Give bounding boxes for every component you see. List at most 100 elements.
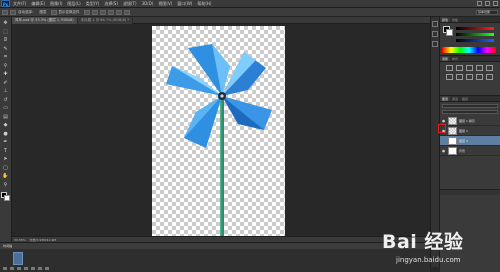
tab-swatches[interactable]: 色板 — [450, 17, 460, 22]
menu-filter[interactable]: 滤镜(T) — [123, 1, 137, 7]
zoom-tool-icon[interactable]: ⚲ — [2, 182, 9, 189]
close-icon[interactable] — [493, 1, 498, 6]
align-left-icon[interactable] — [107, 9, 114, 15]
quick-select-tool-icon[interactable]: ✎ — [2, 46, 9, 53]
align-top-icon[interactable] — [83, 9, 90, 15]
eyedropper-tool-icon[interactable]: ⚲ — [2, 63, 9, 70]
align-middle-icon[interactable] — [91, 9, 98, 15]
lasso-tool-icon[interactable]: ᘐ — [2, 37, 9, 44]
canvas-area[interactable] — [12, 24, 430, 236]
doc-tab-inactive[interactable]: 未标题-1 @ 66.7% (RGB/8) * — [77, 17, 134, 24]
vibrance-icon[interactable] — [486, 65, 493, 71]
play-icon[interactable] — [17, 267, 21, 270]
shape-tool-icon[interactable]: ▢ — [2, 165, 9, 172]
brightness-icon[interactable] — [446, 65, 453, 71]
tab-styles[interactable]: 样式 — [450, 56, 460, 61]
brush-tool-icon[interactable]: ✐ — [2, 80, 9, 87]
align-right-icon[interactable] — [123, 9, 130, 15]
crop-tool-icon[interactable]: ⌗ — [2, 54, 9, 61]
tab-layers[interactable]: 图层 — [440, 96, 451, 101]
green-slider[interactable] — [456, 33, 494, 36]
loop-icon[interactable] — [31, 267, 35, 270]
adjust-panel-tabs: 调整 样式 — [440, 56, 500, 62]
path-select-tool-icon[interactable]: ➤ — [2, 156, 9, 163]
tab-adjustments[interactable]: 调整 — [440, 56, 451, 61]
move-tool-icon[interactable]: ✥ — [2, 20, 9, 27]
hand-tool-icon[interactable]: ✋ — [2, 173, 9, 180]
menu-help[interactable]: 帮助(H) — [197, 1, 211, 7]
blue-slider[interactable] — [456, 39, 494, 42]
properties-panel-icon[interactable] — [432, 31, 438, 37]
visibility-eye-icon[interactable]: ● — [441, 149, 446, 153]
color-panel — [440, 23, 500, 55]
photo-filter-icon[interactable] — [476, 74, 483, 80]
exposure-icon[interactable] — [476, 65, 483, 71]
pen-tool-icon[interactable]: ✒ — [2, 139, 9, 146]
menu-3d[interactable]: 3D(D) — [142, 1, 154, 6]
align-center-icon[interactable] — [115, 9, 122, 15]
layers-panel: 图层 通道 路径 ● 图层 1 拷贝 ● 图层 1 图层 2 ● 背景 — [440, 95, 500, 195]
layer-row[interactable]: ● 背景 — [440, 146, 500, 156]
tab-color[interactable]: 颜色 — [440, 17, 451, 22]
next-frame-icon[interactable] — [24, 267, 28, 270]
doc-tab-active[interactable]: 风车.psd @ 33.3% (图层 1, RGB/8) — [12, 17, 78, 24]
document-canvas[interactable] — [152, 26, 285, 236]
minimize-icon[interactable] — [477, 1, 482, 6]
type-tool-icon[interactable]: T — [2, 148, 9, 155]
healing-brush-tool-icon[interactable]: ✚ — [2, 71, 9, 78]
blur-tool-icon[interactable]: ◆ — [2, 122, 9, 129]
menu-edit[interactable]: 编辑(E) — [31, 1, 45, 7]
move-tool-icon[interactable] — [2, 9, 8, 15]
hue-saturation-icon[interactable] — [446, 74, 453, 80]
history-brush-tool-icon[interactable]: ↺ — [2, 97, 9, 104]
show-transform-checkbox[interactable] — [50, 9, 57, 15]
prev-frame-icon[interactable] — [10, 267, 14, 270]
channel-mixer-icon[interactable] — [486, 74, 493, 80]
delete-frame-icon[interactable] — [45, 267, 49, 270]
menu-layer[interactable]: 图层(L) — [67, 1, 80, 7]
timeline-frame-thumbnail[interactable] — [13, 252, 23, 265]
background-color-swatch[interactable] — [3, 195, 10, 201]
layer-row-selected[interactable]: 图层 2 — [440, 136, 500, 146]
marquee-tool-icon[interactable]: ⬚ — [2, 29, 9, 36]
blend-mode-select[interactable] — [442, 104, 498, 108]
new-frame-icon[interactable] — [38, 267, 42, 270]
lock-options-row[interactable] — [442, 110, 498, 114]
layer-select-dropdown[interactable]: 图层 — [40, 10, 47, 15]
eraser-tool-icon[interactable]: ▭ — [2, 105, 9, 112]
menu-window[interactable]: 窗口(W) — [177, 1, 192, 7]
layer-row[interactable]: ● 图层 1 拷贝 — [440, 116, 500, 126]
red-slider[interactable] — [456, 27, 494, 30]
character-panel-icon[interactable] — [432, 41, 438, 47]
menu-image[interactable]: 图像(I) — [50, 1, 62, 7]
color-balance-icon[interactable] — [456, 74, 463, 80]
menu-file[interactable]: 文件(F) — [13, 1, 26, 7]
tab-paths[interactable]: 路径 — [460, 96, 470, 101]
zoom-level[interactable]: 33.33% — [14, 238, 25, 242]
layer-thumbnail — [448, 116, 457, 125]
gradient-tool-icon[interactable]: ▤ — [2, 114, 9, 121]
first-frame-icon[interactable] — [3, 267, 7, 270]
menu-view[interactable]: 视图(V) — [158, 1, 172, 7]
menu-type[interactable]: 类型(Y) — [86, 1, 100, 7]
timeline-controls — [3, 267, 49, 270]
workspace-select[interactable]: 基本功能 — [476, 10, 498, 15]
black-white-icon[interactable] — [466, 74, 473, 80]
visibility-eye-icon[interactable]: ● — [441, 119, 446, 123]
layer-row[interactable]: ● 图层 1 — [440, 126, 500, 136]
layer-name: 背景 — [459, 148, 466, 153]
history-panel-icon[interactable] — [432, 21, 438, 27]
maximize-icon[interactable] — [485, 1, 490, 6]
color-swatches[interactable] — [0, 192, 11, 202]
menu-select[interactable]: 选择(S) — [104, 1, 118, 7]
color-spectrum[interactable] — [442, 47, 496, 53]
adjustments-panel: 调整 样式 — [440, 55, 500, 95]
clone-stamp-tool-icon[interactable]: ⊥ — [2, 88, 9, 95]
levels-icon[interactable] — [456, 65, 463, 71]
color-background-swatch[interactable] — [446, 29, 453, 36]
dodge-tool-icon[interactable]: ● — [2, 131, 9, 138]
auto-select-checkbox[interactable] — [10, 9, 16, 15]
align-bottom-icon[interactable] — [99, 9, 106, 15]
curves-icon[interactable] — [466, 65, 473, 71]
tab-channels[interactable]: 通道 — [450, 96, 460, 101]
